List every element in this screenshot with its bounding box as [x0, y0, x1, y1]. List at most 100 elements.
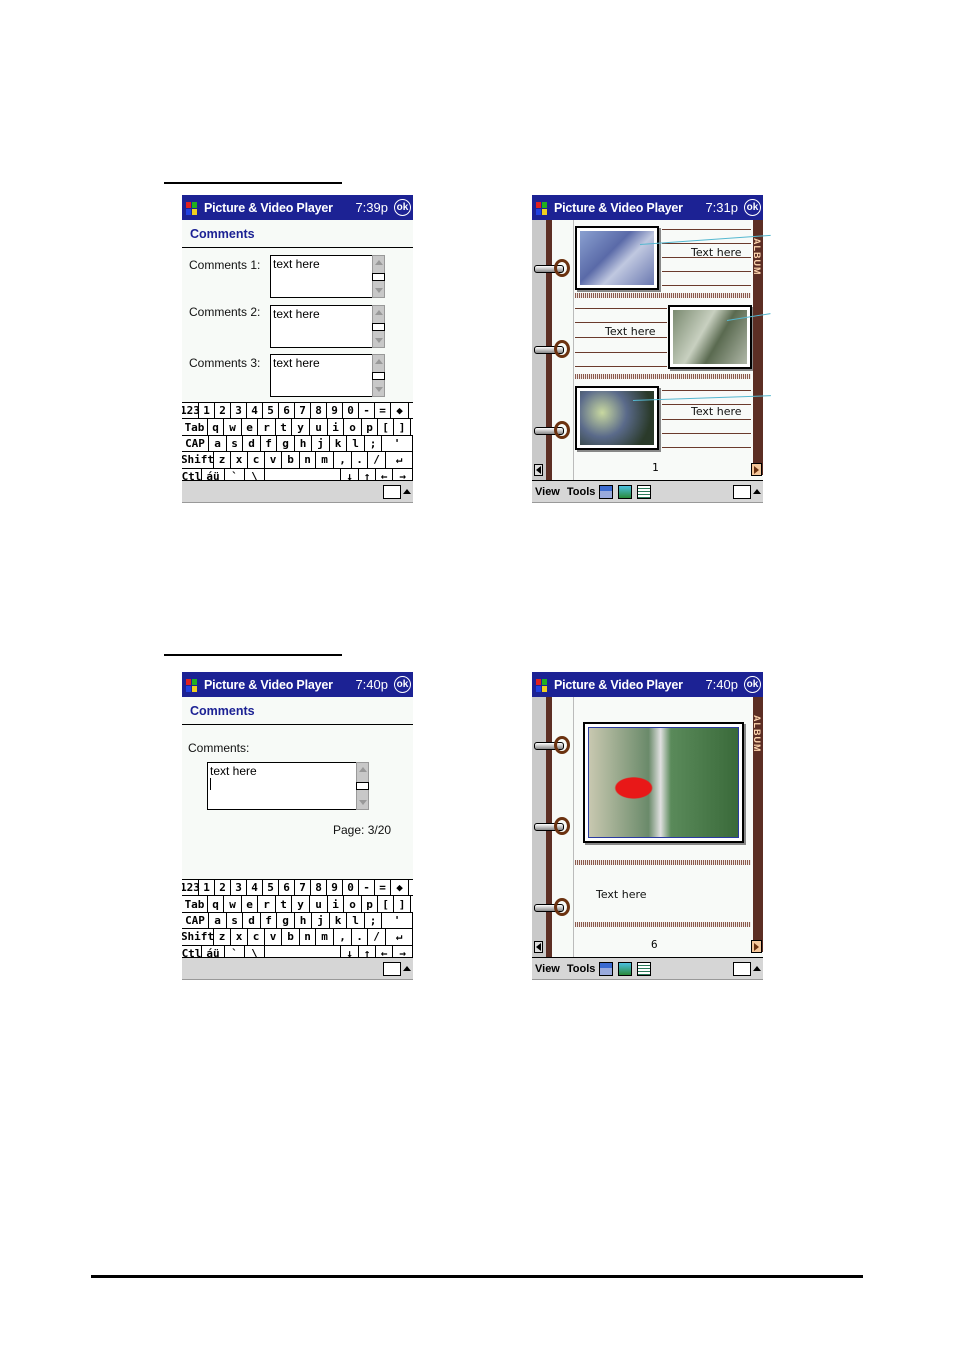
save-icon[interactable]: [599, 962, 614, 976]
key[interactable]: 0: [343, 403, 359, 419]
clock[interactable]: 7:40p: [355, 677, 388, 692]
key[interactable]: j: [312, 912, 330, 929]
sip-menu-arrow-icon[interactable]: [753, 966, 761, 971]
key[interactable]: n: [300, 452, 316, 468]
photo-2-caption[interactable]: Text here: [605, 325, 656, 338]
key[interactable]: ': [382, 435, 413, 452]
key[interactable]: g: [277, 435, 295, 452]
key[interactable]: i: [328, 896, 344, 912]
key[interactable]: Shift: [182, 452, 214, 468]
key[interactable]: .: [352, 452, 368, 468]
key[interactable]: s: [227, 912, 243, 929]
key[interactable]: 5: [263, 880, 279, 896]
ok-button[interactable]: ok: [394, 676, 411, 693]
key[interactable]: r: [258, 419, 276, 435]
key[interactable]: ]: [394, 896, 411, 912]
key[interactable]: 3: [231, 880, 247, 896]
scroll-down-icon[interactable]: [375, 338, 383, 343]
album-photo-3[interactable]: [575, 386, 659, 450]
key[interactable]: y: [292, 896, 310, 912]
tools-menu[interactable]: Tools: [567, 486, 596, 498]
key[interactable]: 1: [199, 880, 215, 896]
key[interactable]: 123: [182, 880, 200, 896]
key[interactable]: Tab: [182, 896, 208, 912]
key[interactable]: f: [261, 435, 277, 452]
key[interactable]: 8: [311, 880, 327, 896]
key[interactable]: 2: [215, 403, 231, 419]
scroll-thumb[interactable]: [372, 372, 385, 380]
key[interactable]: 2: [215, 880, 231, 896]
next-page-button[interactable]: [751, 940, 762, 953]
key[interactable]: p: [362, 896, 378, 912]
key[interactable]: 9: [327, 403, 343, 419]
comment-3-scrollbar[interactable]: [372, 354, 385, 397]
key[interactable]: g: [277, 912, 295, 929]
scroll-up-icon[interactable]: [375, 359, 383, 364]
comment-1-input[interactable]: text here: [270, 255, 373, 298]
key[interactable]: p: [362, 419, 378, 435]
keyboard-icon[interactable]: [383, 485, 401, 499]
key[interactable]: ;: [365, 435, 382, 452]
picture-icon[interactable]: [618, 485, 633, 499]
key[interactable]: 3: [231, 403, 247, 419]
album-photo-large[interactable]: [583, 722, 744, 843]
key[interactable]: u: [310, 419, 328, 435]
key[interactable]: q: [208, 896, 224, 912]
key[interactable]: k: [330, 435, 347, 452]
ok-button[interactable]: ok: [744, 676, 761, 693]
key[interactable]: d: [243, 435, 261, 452]
key[interactable]: 0: [343, 880, 359, 896]
key[interactable]: ◆: [391, 403, 409, 419]
previous-page-button[interactable]: [534, 941, 543, 953]
key[interactable]: 4: [247, 403, 263, 419]
key[interactable]: -: [359, 403, 375, 419]
scroll-up-icon[interactable]: [375, 310, 383, 315]
key[interactable]: 1: [199, 403, 215, 419]
key[interactable]: [: [378, 896, 394, 912]
windows-start-icon[interactable]: [535, 677, 551, 693]
key[interactable]: z: [214, 452, 231, 468]
album-tab-label[interactable]: ALBUM: [752, 715, 762, 753]
windows-start-icon[interactable]: [535, 200, 551, 216]
key[interactable]: v: [265, 452, 282, 468]
key[interactable]: x: [231, 452, 248, 468]
album-tab-label[interactable]: ALBUM: [752, 238, 762, 276]
key[interactable]: h: [295, 435, 312, 452]
key[interactable]: c: [248, 929, 265, 945]
key[interactable]: ◆: [391, 880, 409, 896]
clock[interactable]: 7:39p: [355, 200, 388, 215]
windows-start-icon[interactable]: [185, 677, 201, 693]
keyboard-icon[interactable]: [733, 485, 751, 499]
comment-1-scrollbar[interactable]: [372, 255, 385, 298]
key[interactable]: ,: [334, 452, 352, 468]
clock[interactable]: 7:40p: [705, 677, 738, 692]
key[interactable]: .: [352, 929, 368, 945]
key[interactable]: f: [261, 912, 277, 929]
key[interactable]: v: [265, 929, 282, 945]
comments-input[interactable]: text here: [207, 762, 357, 810]
key[interactable]: o: [344, 896, 362, 912]
key[interactable]: 6: [279, 403, 295, 419]
scroll-thumb[interactable]: [356, 782, 369, 790]
key[interactable]: w: [224, 419, 242, 435]
key[interactable]: a: [209, 435, 227, 452]
key[interactable]: ;: [365, 912, 382, 929]
key[interactable]: ↵: [386, 452, 413, 468]
key[interactable]: k: [330, 912, 347, 929]
key[interactable]: r: [258, 896, 276, 912]
album-photo-1[interactable]: [575, 226, 659, 290]
key[interactable]: Shift: [182, 929, 214, 945]
keyboard-icon[interactable]: [733, 962, 751, 976]
key[interactable]: t: [276, 896, 292, 912]
key[interactable]: l: [347, 912, 365, 929]
key[interactable]: ]: [394, 419, 411, 435]
key[interactable]: CAP: [182, 435, 209, 452]
key[interactable]: 7: [295, 880, 311, 896]
key[interactable]: b: [282, 452, 300, 468]
key[interactable]: [: [378, 419, 394, 435]
key[interactable]: ,: [334, 929, 352, 945]
sip-menu-arrow-icon[interactable]: [403, 489, 411, 494]
next-page-button[interactable]: [751, 463, 762, 476]
key[interactable]: s: [227, 435, 243, 452]
comment-2-input[interactable]: text here: [270, 305, 373, 348]
